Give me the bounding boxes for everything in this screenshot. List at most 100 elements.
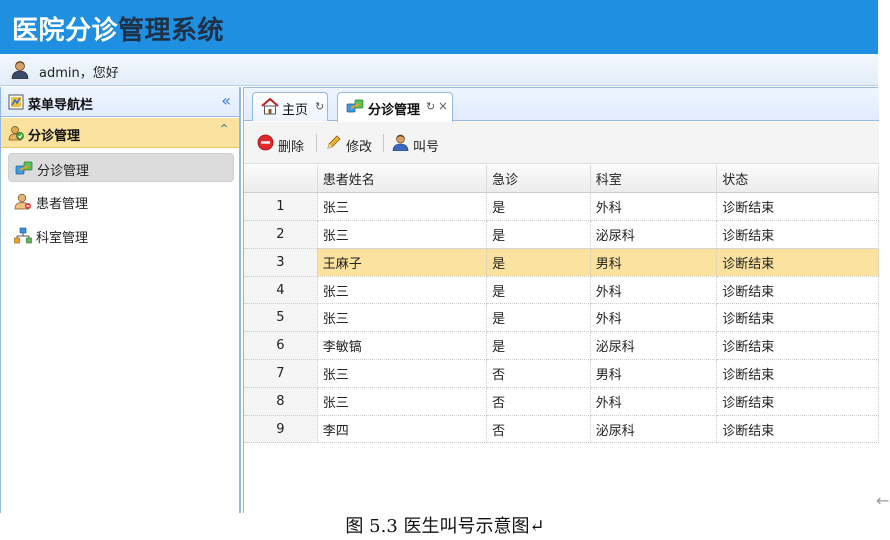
toolbar-divider (383, 134, 384, 152)
cell-status: 诊断结束 (716, 276, 879, 305)
cell-status: 诊断结束 (716, 359, 879, 388)
accordion-header-triage[interactable]: 分诊管理 ⌃ (1, 118, 239, 148)
table-row-selected[interactable]: 3 王麻子 是 男科 诊断结束 (244, 248, 879, 277)
chevron-up-icon[interactable]: ⌃ (218, 122, 230, 138)
cell-emergency: 是 (486, 248, 591, 277)
cell-status: 诊断结束 (716, 331, 879, 361)
patient-grid: 患者姓名 急诊 科室 状态 1 张三 是 外科 诊断结束 2 张三 是 泌尿科 … (244, 165, 879, 444)
table-row[interactable]: 1 张三 是 外科 诊断结束 (244, 192, 879, 222)
close-icon[interactable]: × (438, 99, 448, 113)
cell-name: 张三 (317, 303, 488, 333)
cell-department: 男科 (590, 248, 718, 277)
row-number: 8 (244, 387, 318, 416)
refresh-icon[interactable]: ↻ (315, 100, 324, 113)
row-number: 4 (244, 276, 318, 305)
welcome-text: admin，您好 (39, 66, 119, 81)
cell-emergency: 否 (486, 415, 591, 444)
tab-label: 主页 (282, 103, 309, 118)
sidebar-header: 菜单导航栏 « (1, 87, 239, 117)
edit-button[interactable]: 修改 (325, 134, 377, 155)
cell-status: 诊断结束 (716, 248, 879, 277)
cell-name: 张三 (317, 387, 488, 416)
app-banner: 医院分诊管理系统 (0, 0, 878, 54)
table-row[interactable]: 6 李敏镐 是 泌尿科 诊断结束 (244, 331, 879, 361)
row-number: 7 (244, 359, 318, 388)
tab-label: 分诊管理 (368, 103, 421, 118)
cell-emergency: 是 (486, 331, 591, 361)
row-number: 1 (244, 192, 318, 222)
row-number: 3 (244, 248, 318, 277)
table-row[interactable]: 7 张三 否 男科 诊断结束 (244, 359, 879, 388)
table-row[interactable]: 8 张三 否 外科 诊断结束 (244, 387, 879, 416)
minus-circle-icon (257, 134, 274, 151)
menu-book-icon (8, 94, 24, 110)
cell-emergency: 是 (486, 220, 591, 249)
figure-caption: 图 5.3 医生叫号示意图↵ (345, 516, 545, 537)
user-call-icon (392, 134, 409, 151)
link-icon (346, 99, 364, 113)
cell-emergency: 否 (486, 359, 591, 388)
grid-header-row: 患者姓名 急诊 科室 状态 (244, 165, 879, 194)
cell-status: 诊断结束 (716, 192, 879, 222)
hierarchy-icon (14, 227, 32, 244)
cell-emergency: 是 (486, 303, 591, 333)
users-group-icon (8, 126, 24, 141)
refresh-icon[interactable]: ↻ (426, 100, 435, 113)
cell-name: 张三 (317, 359, 488, 388)
sidebar-collapse-button[interactable]: « (221, 91, 231, 110)
call-number-button[interactable]: 叫号 (392, 134, 444, 155)
cell-name: 李四 (317, 415, 488, 444)
cell-emergency: 是 (486, 276, 591, 305)
user-icon (14, 193, 31, 210)
cell-name: 张三 (317, 276, 488, 305)
sidebar: 菜单导航栏 « 分诊管理 ⌃ 分诊管理 患者管理 科室管理 (0, 87, 241, 513)
column-header-department[interactable]: 科室 (590, 165, 718, 194)
sidebar-item-label: 患者管理 (36, 197, 89, 212)
table-row[interactable]: 9 李四 否 泌尿科 诊断结束 (244, 415, 879, 444)
cell-status: 诊断结束 (716, 303, 879, 333)
sidebar-item-triage[interactable]: 分诊管理 (8, 153, 234, 182)
column-header-name[interactable]: 患者姓名 (317, 165, 488, 194)
row-number: 9 (244, 415, 318, 444)
tab-triage[interactable]: 分诊管理 ↻ × (337, 92, 453, 122)
tab-home[interactable]: 主页 ↻ (252, 92, 328, 121)
cell-emergency: 否 (486, 387, 591, 416)
left-arrow-icon: ← (876, 491, 890, 510)
cell-department: 泌尿科 (590, 415, 718, 444)
sidebar-item-departments[interactable]: 科室管理 (8, 221, 234, 250)
column-header-status[interactable]: 状态 (716, 165, 879, 194)
cell-name: 王麻子 (317, 248, 488, 277)
cell-department: 外科 (590, 192, 718, 222)
tab-bar: 主页 ↻ 分诊管理 ↻ × (244, 88, 879, 122)
row-number-header (244, 165, 318, 194)
column-header-emergency[interactable]: 急诊 (486, 165, 591, 194)
app-title-part2: 管理系统 (118, 16, 225, 46)
cell-department: 泌尿科 (590, 220, 718, 249)
cell-status: 诊断结束 (716, 387, 879, 416)
cell-name: 李敏镐 (317, 331, 488, 361)
table-row[interactable]: 5 张三 是 外科 诊断结束 (244, 303, 879, 333)
delete-button[interactable]: 删除 (257, 134, 309, 155)
call-number-label: 叫号 (413, 140, 440, 155)
cell-status: 诊断结束 (716, 415, 879, 444)
cell-department: 外科 (590, 276, 718, 305)
link-icon (15, 161, 33, 175)
row-number: 6 (244, 331, 318, 361)
content-panel: 主页 ↻ 分诊管理 ↻ × 删除 修改 叫号 患者姓名 急诊 科室 状态 1 张… (243, 87, 879, 513)
cell-department: 男科 (590, 359, 718, 388)
app-title: 医院分诊管理系统 (12, 10, 224, 47)
cell-name: 张三 (317, 192, 488, 222)
table-row[interactable]: 2 张三 是 泌尿科 诊断结束 (244, 220, 879, 249)
cell-status: 诊断结束 (716, 220, 879, 249)
cell-department: 外科 (590, 387, 718, 416)
app-title-part1: 医院分诊 (12, 16, 119, 46)
row-number: 5 (244, 303, 318, 333)
home-icon (261, 98, 279, 115)
table-row[interactable]: 4 张三 是 外科 诊断结束 (244, 276, 879, 305)
sidebar-item-label: 分诊管理 (37, 164, 90, 179)
user-bar: admin，您好 (0, 54, 878, 86)
delete-label: 删除 (278, 140, 305, 155)
sidebar-item-patients[interactable]: 患者管理 (8, 187, 234, 216)
toolbar-divider (316, 134, 317, 152)
cell-emergency: 是 (486, 192, 591, 222)
